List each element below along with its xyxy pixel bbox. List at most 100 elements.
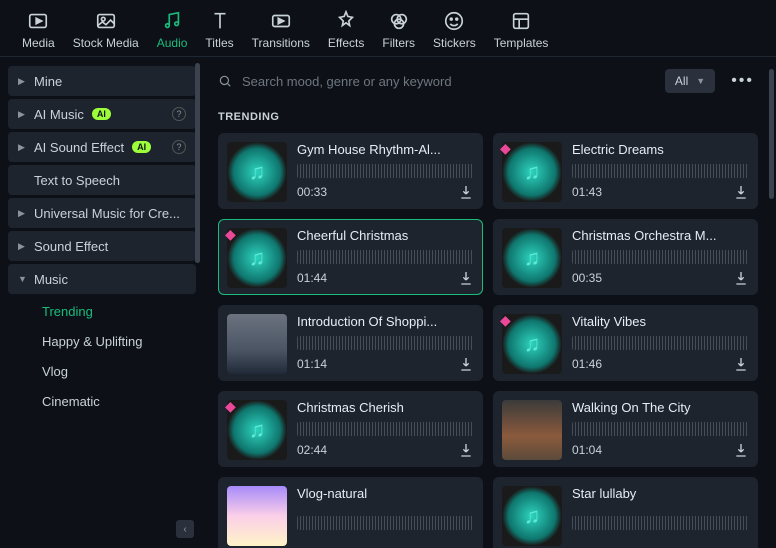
waveform (297, 422, 474, 436)
download-button[interactable] (733, 270, 749, 286)
help-icon[interactable]: ? (172, 107, 186, 121)
filter-dropdown[interactable]: All▼ (665, 69, 715, 93)
track-card[interactable]: ♫Christmas Orchestra M...00:35 (493, 219, 758, 295)
transitions-icon (270, 10, 292, 32)
track-card[interactable]: ♫◆ Electric Dreams 01:43 (493, 133, 758, 209)
track-thumbnail: ♫◆ (227, 228, 287, 288)
track-name: Gym House Rhythm-Al... (297, 142, 474, 157)
toolbar-transitions[interactable]: Transitions (252, 10, 310, 50)
waveform (572, 250, 749, 264)
toolbar-media[interactable]: Media (22, 10, 55, 50)
premium-gem-icon: ◆ (500, 140, 516, 156)
track-thumbnail: ♫◆ (502, 314, 562, 374)
track-card[interactable]: Introduction Of Shoppi... 01:14 (218, 305, 483, 381)
music-note-icon: ♫ (227, 142, 287, 202)
chevron-right-icon: ▶ (18, 109, 26, 120)
content-scrollbar[interactable] (769, 69, 774, 199)
toolbar-filters[interactable]: Filters (382, 10, 415, 50)
track-card[interactable]: ♫◆Vitality Vibes01:46 (493, 305, 758, 381)
track-duration: 01:43 (572, 185, 602, 199)
track-card[interactable]: Vlog-natural (218, 477, 483, 548)
download-button[interactable] (733, 184, 749, 200)
sidebar-sub-vlog[interactable]: Vlog (8, 357, 196, 385)
track-name: Christmas Orchestra M... (572, 228, 749, 243)
waveform (297, 250, 474, 264)
toolbar-label: Transitions (252, 36, 310, 50)
search-input[interactable] (242, 74, 653, 89)
titles-icon (209, 10, 231, 32)
sidebar-item-ai-sound-effect[interactable]: ▶AI Sound EffectAI? (8, 132, 196, 162)
toolbar-label: Stickers (433, 36, 476, 50)
stickers-icon (443, 10, 465, 32)
premium-gem-icon: ◆ (225, 398, 241, 414)
toolbar-stock-media[interactable]: Stock Media (73, 10, 139, 50)
track-thumbnail: ♫◆ (502, 142, 562, 202)
music-note-icon: ♫ (502, 486, 562, 546)
track-name: Electric Dreams (572, 142, 749, 157)
track-card[interactable]: ♫ Gym House Rhythm-Al... 00:33 (218, 133, 483, 209)
chevron-right-icon: ▶ (18, 208, 26, 219)
toolbar-label: Effects (328, 36, 364, 50)
waveform (297, 516, 474, 530)
toolbar-label: Filters (382, 36, 415, 50)
sidebar-sub-happy[interactable]: Happy & Uplifting (8, 327, 196, 355)
sidebar-item-ai-music[interactable]: ▶AI MusicAI? (8, 99, 196, 129)
toolbar-titles[interactable]: Titles (205, 10, 233, 50)
top-toolbar: Media Stock Media Audio Titles Transitions Ef… (0, 0, 776, 57)
templates-icon (510, 10, 532, 32)
help-icon[interactable]: ? (172, 140, 186, 154)
filters-icon (388, 10, 410, 32)
sidebar-item-sound-effect[interactable]: ▶Sound Effect (8, 231, 196, 261)
sidebar-item-music[interactable]: ▼Music (8, 264, 196, 294)
toolbar-label: Stock Media (73, 36, 139, 50)
toolbar-label: Titles (205, 36, 233, 50)
track-duration: 01:04 (572, 443, 602, 457)
chevron-right-icon: ▶ (18, 142, 26, 153)
track-card[interactable]: ♫Star lullaby (493, 477, 758, 548)
toolbar-templates[interactable]: Templates (494, 10, 549, 50)
premium-gem-icon: ◆ (225, 226, 241, 242)
track-duration: 00:33 (297, 185, 327, 199)
track-thumbnail (502, 400, 562, 460)
track-thumbnail: ♫ (502, 228, 562, 288)
chevron-down-icon: ▼ (696, 76, 705, 86)
search-wrap (218, 74, 653, 89)
toolbar-audio[interactable]: Audio (157, 10, 188, 50)
track-thumbnail: ♫ (227, 142, 287, 202)
track-duration: 01:46 (572, 357, 602, 371)
track-thumbnail (227, 486, 287, 546)
download-button[interactable] (733, 442, 749, 458)
download-button[interactable] (458, 270, 474, 286)
sidebar-sub-cinematic[interactable]: Cinematic (8, 387, 196, 415)
sidebar-item-tts[interactable]: Text to Speech (8, 165, 196, 195)
collapse-sidebar-button[interactable]: ‹ (176, 520, 194, 538)
sidebar-item-universal-music[interactable]: ▶Universal Music for Cre... (8, 198, 196, 228)
chevron-right-icon: ▶ (18, 241, 26, 252)
toolbar-stickers[interactable]: Stickers (433, 10, 476, 50)
track-name: Introduction Of Shoppi... (297, 314, 474, 329)
track-name: Cheerful Christmas (297, 228, 474, 243)
track-card[interactable]: ♫◆Christmas Cherish02:44 (218, 391, 483, 467)
toolbar-label: Media (22, 36, 55, 50)
track-card[interactable]: ♫◆Cheerful Christmas01:44 (218, 219, 483, 295)
section-title-trending: TRENDING (218, 111, 758, 123)
download-button[interactable] (733, 356, 749, 372)
track-card[interactable]: Walking On The City01:04 (493, 391, 758, 467)
media-icon (27, 10, 49, 32)
track-duration: 02:44 (297, 443, 327, 457)
sidebar-sub-trending[interactable]: Trending (8, 297, 196, 325)
more-button[interactable]: ••• (727, 72, 758, 90)
download-button[interactable] (458, 356, 474, 372)
waveform (572, 516, 749, 530)
waveform (297, 164, 474, 178)
toolbar-label: Templates (494, 36, 549, 50)
track-duration: 01:14 (297, 357, 327, 371)
download-button[interactable] (458, 442, 474, 458)
music-note-icon: ♫ (502, 228, 562, 288)
download-button[interactable] (458, 184, 474, 200)
waveform (572, 336, 749, 350)
content-area: All▼ ••• TRENDING ♫ Gym House Rhythm-Al..… (200, 57, 776, 548)
toolbar-effects[interactable]: Effects (328, 10, 364, 50)
sidebar-item-mine[interactable]: ▶Mine (8, 66, 196, 96)
track-thumbnail (227, 314, 287, 374)
